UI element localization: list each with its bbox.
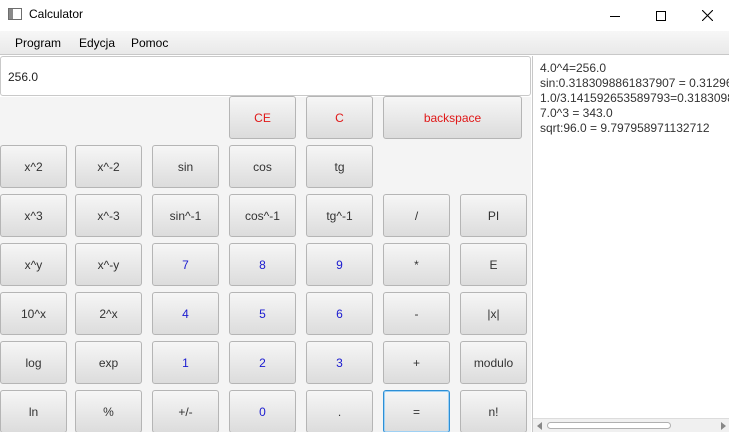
maximize-button[interactable] [638, 0, 684, 31]
backspace-button[interactable]: backspace [383, 96, 522, 139]
digit-2-button[interactable]: 2 [229, 341, 296, 384]
ten-power-button[interactable]: 10^x [0, 292, 67, 335]
decimal-point-button[interactable]: . [306, 390, 373, 432]
close-button[interactable] [684, 0, 729, 31]
digit-5-button[interactable]: 5 [229, 292, 296, 335]
history-list: 4.0^4=256.0 sin:0.3183098861837907 = 0.3… [540, 61, 729, 136]
horizontal-scrollbar[interactable] [533, 418, 729, 432]
minimize-button[interactable] [592, 0, 638, 31]
menu-pomoc[interactable]: Pomoc [131, 36, 168, 50]
add-button[interactable]: + [383, 341, 450, 384]
history-line: 4.0^4=256.0 [540, 61, 607, 75]
scrollbar-thumb[interactable] [547, 422, 671, 429]
exp-button[interactable]: exp [75, 341, 142, 384]
inverse-cube-button[interactable]: x^-3 [75, 194, 142, 237]
inverse-square-button[interactable]: x^-2 [75, 145, 142, 188]
absolute-value-button[interactable]: |x| [460, 292, 527, 335]
sin-button[interactable]: sin [152, 145, 219, 188]
modulo-button[interactable]: modulo [460, 341, 527, 384]
negate-button[interactable]: +/- [152, 390, 219, 432]
maximize-icon [656, 10, 666, 21]
app-window-icon [8, 8, 22, 20]
euler-button[interactable]: E [460, 243, 527, 286]
factorial-button[interactable]: n! [460, 390, 527, 432]
multiply-button[interactable]: * [383, 243, 450, 286]
title-bar: Calculator [0, 0, 729, 31]
equals-button[interactable]: = [383, 390, 450, 432]
percent-button[interactable]: % [75, 390, 142, 432]
arcsin-button[interactable]: sin^-1 [152, 194, 219, 237]
history-panel[interactable]: 4.0^4=256.0 sin:0.3183098861837907 = 0.3… [532, 56, 729, 432]
menu-program[interactable]: Program [15, 36, 61, 50]
divide-button[interactable]: / [383, 194, 450, 237]
minimize-icon [610, 15, 620, 17]
subtract-button[interactable]: - [383, 292, 450, 335]
pi-button[interactable]: PI [460, 194, 527, 237]
digit-4-button[interactable]: 4 [152, 292, 219, 335]
digit-0-button[interactable]: 0 [229, 390, 296, 432]
close-icon [701, 10, 713, 21]
history-line: sin:0.3183098861837907 = 0.3129617962077… [540, 76, 729, 90]
negative-power-button[interactable]: x^-y [75, 243, 142, 286]
calculator-display[interactable]: 256.0 [0, 56, 531, 96]
clear-button[interactable]: C [306, 96, 373, 139]
cos-button[interactable]: cos [229, 145, 296, 188]
scroll-right-icon[interactable] [721, 422, 726, 430]
arctg-button[interactable]: tg^-1 [306, 194, 373, 237]
history-line: sqrt:96.0 = 9.797958971132712 [540, 121, 710, 135]
history-line: 1.0/3.141592653589793=0.3183098861837907 [540, 91, 729, 105]
display-value: 256.0 [8, 70, 39, 84]
square-button[interactable]: x^2 [0, 145, 67, 188]
digit-6-button[interactable]: 6 [306, 292, 373, 335]
digit-7-button[interactable]: 7 [152, 243, 219, 286]
window-title: Calculator [29, 7, 84, 21]
arccos-button[interactable]: cos^-1 [229, 194, 296, 237]
digit-1-button[interactable]: 1 [152, 341, 219, 384]
menu-bar: Program Edycja Pomoc [0, 31, 729, 55]
scroll-left-icon[interactable] [537, 422, 542, 430]
two-power-button[interactable]: 2^x [75, 292, 142, 335]
digit-8-button[interactable]: 8 [229, 243, 296, 286]
cube-button[interactable]: x^3 [0, 194, 67, 237]
log-button[interactable]: log [0, 341, 67, 384]
power-button[interactable]: x^y [0, 243, 67, 286]
menu-edycja[interactable]: Edycja [79, 36, 115, 50]
history-line: 7.0^3 = 343.0 [540, 106, 613, 120]
digit-9-button[interactable]: 9 [306, 243, 373, 286]
clear-entry-button[interactable]: CE [229, 96, 296, 139]
tg-button[interactable]: tg [306, 145, 373, 188]
ln-button[interactable]: ln [0, 390, 67, 432]
digit-3-button[interactable]: 3 [306, 341, 373, 384]
